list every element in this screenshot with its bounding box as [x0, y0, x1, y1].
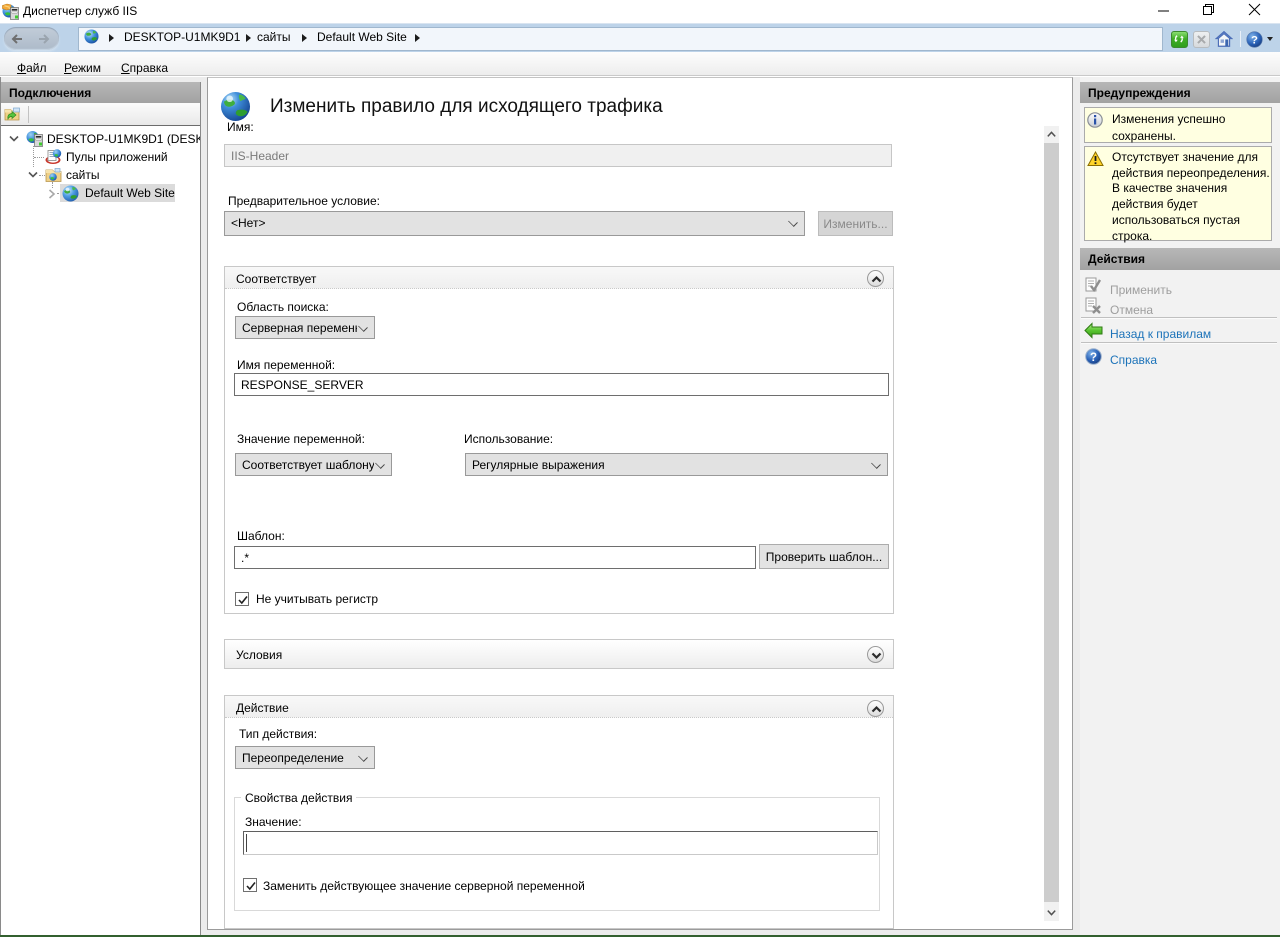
svg-text:?: ?	[1251, 35, 1258, 47]
svg-text:?: ?	[1090, 352, 1097, 364]
